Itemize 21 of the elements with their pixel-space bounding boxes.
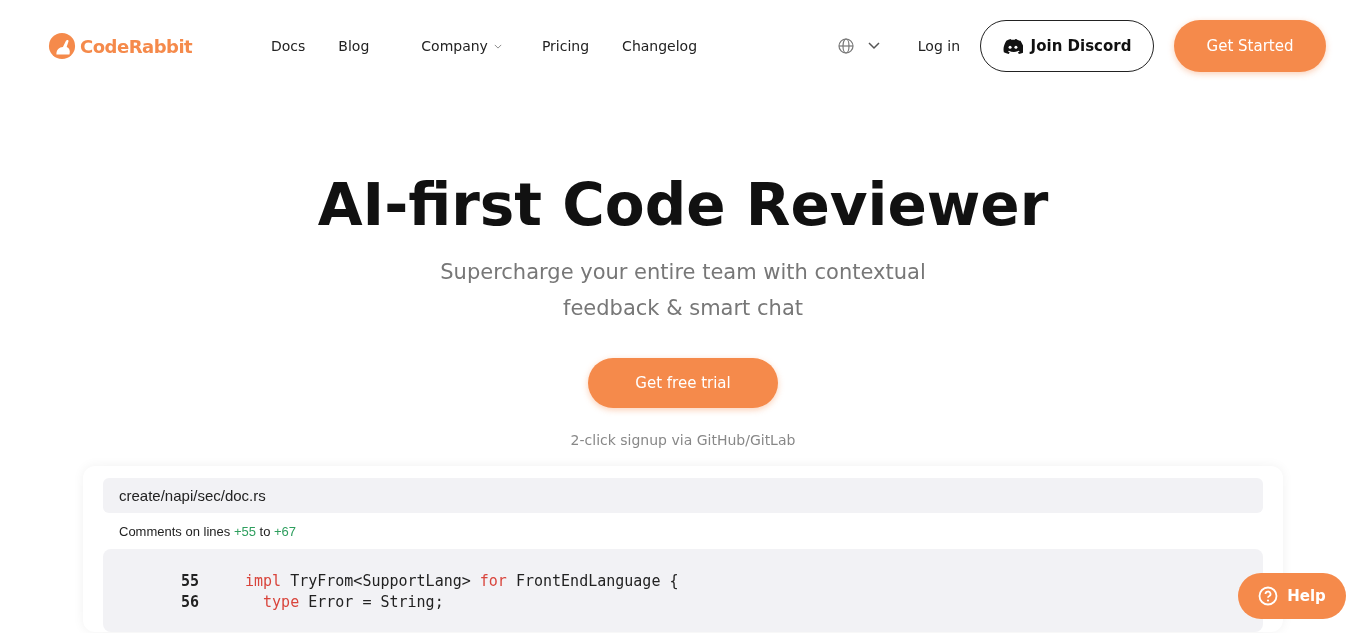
chevron-down-icon [867,42,880,50]
discord-logo-icon [1002,38,1023,54]
nav-link[interactable]: Docs [271,38,306,54]
nav-link[interactable]: Blog [338,38,370,54]
nav-link[interactable]: Pricing [541,38,590,54]
code-line: type Error = String; [263,592,444,611]
globe-icon [837,38,854,54]
code-line: impl TryFrom<SupportLang> for FrontEndLanguage { [245,571,679,590]
language-selector[interactable] [837,38,880,54]
comment-range: Comments on lines +55 to +67 [119,524,298,539]
help-icon [1258,586,1279,606]
line-number: 55 [179,571,200,590]
hero-title: AI-first Code Reviewer [317,176,1049,234]
nav-link[interactable]: Changelog [622,38,698,54]
line-number: 56 [179,592,200,611]
file-path: create/napi/sec/doc.rs [103,478,1263,513]
nav-link[interactable]: Company [421,38,502,54]
login-link[interactable]: Log in [917,38,960,54]
hero-subtitle: Supercharge your entire team with contextual feedback & smart chat [439,259,927,322]
signup-note: 2-click signup via GitHub/GitLab [570,432,796,448]
discord-button[interactable]: Join Discord [980,20,1154,72]
